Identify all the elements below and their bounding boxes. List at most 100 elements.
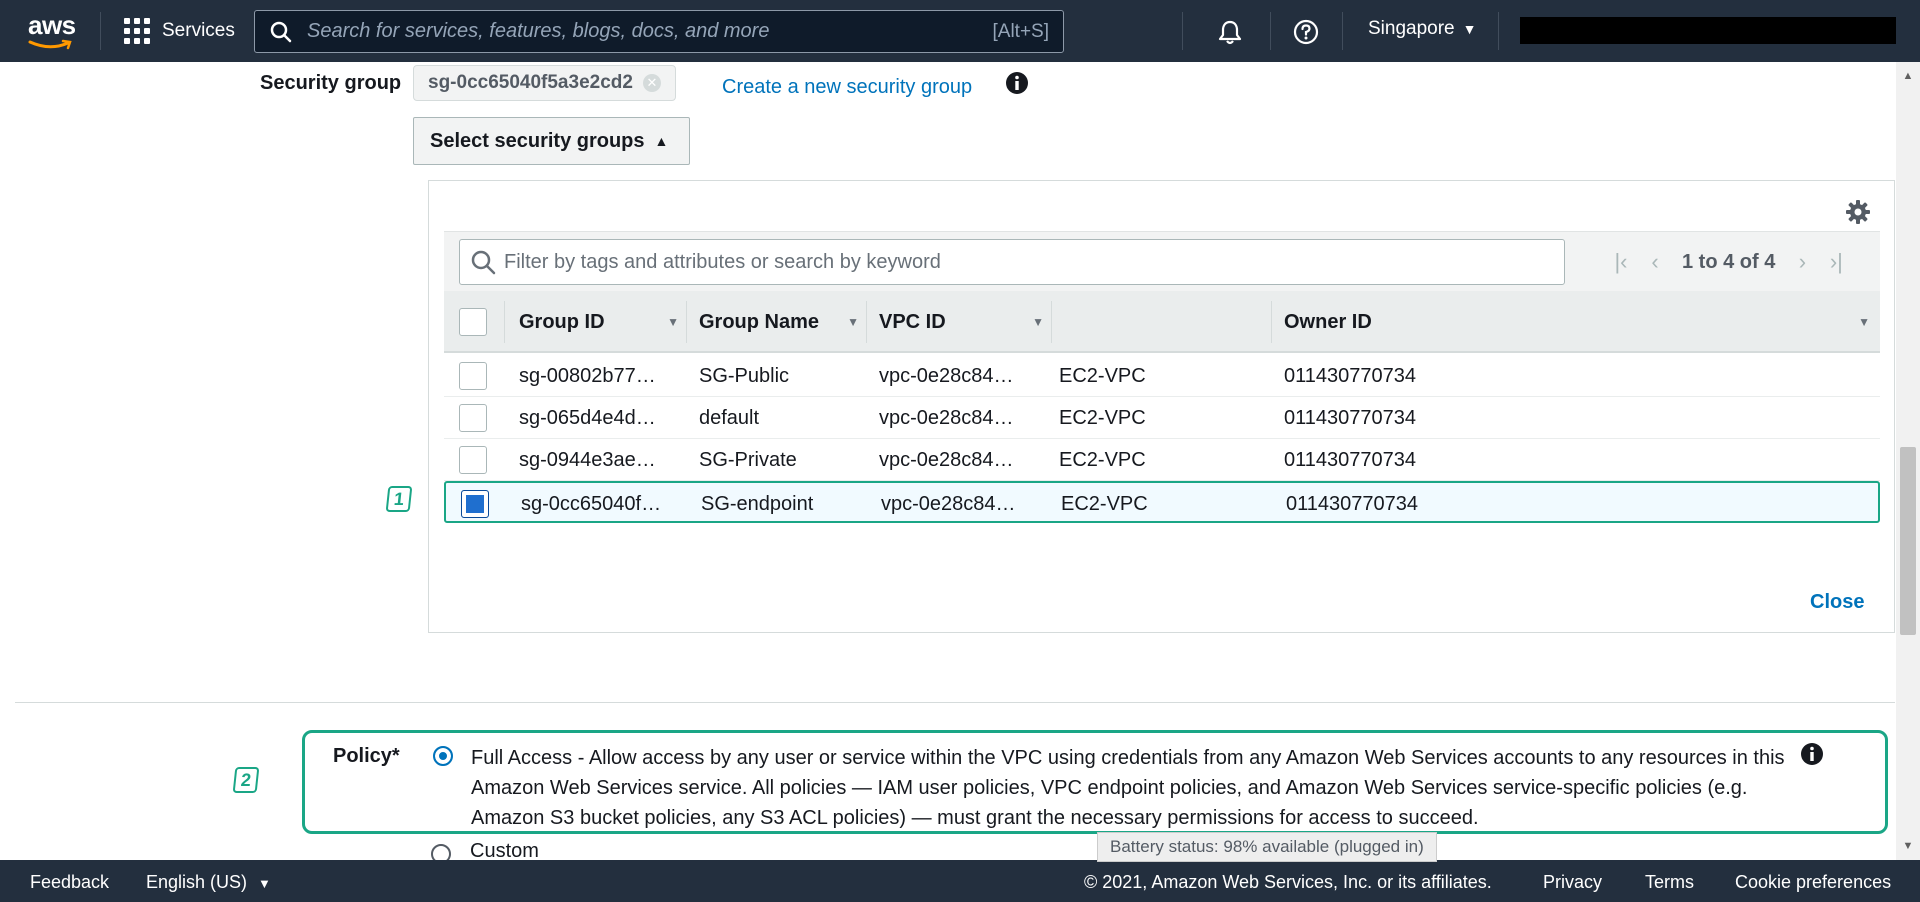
column-header-group-id[interactable]: Group ID ▼ bbox=[519, 291, 689, 353]
column-divider bbox=[866, 301, 867, 343]
cell-vpc-name: EC2-VPC bbox=[1059, 364, 1146, 387]
services-grid-icon bbox=[124, 18, 150, 44]
first-page-icon[interactable]: |‹ bbox=[1604, 249, 1638, 275]
aws-logo[interactable]: aws bbox=[28, 12, 76, 50]
caret-down-icon: ▼ bbox=[1462, 21, 1477, 37]
cell-group-name: SG-endpoint bbox=[701, 492, 814, 515]
table-header: Group ID ▼ Group Name ▼ VPC ID ▼ Owner I… bbox=[444, 291, 1880, 353]
pagination-text: 1 to 4 of 4 bbox=[1682, 250, 1776, 273]
cell-vpc-id: vpc-0e28c84… bbox=[881, 492, 1016, 515]
services-menu-button[interactable]: Services bbox=[124, 15, 235, 47]
cell-group-id: sg-065d4e4d… bbox=[519, 406, 656, 429]
scrollbar-thumb[interactable] bbox=[1900, 447, 1916, 635]
cell-vpc-name: EC2-VPC bbox=[1059, 448, 1146, 471]
token-label: sg-0cc65040f5a3e2cd2 bbox=[428, 72, 633, 93]
info-icon[interactable] bbox=[1004, 70, 1030, 96]
cell-owner-id: 011430770734 bbox=[1284, 406, 1416, 429]
nav-separator bbox=[1182, 12, 1183, 50]
custom-policy-label: Custom bbox=[470, 840, 539, 860]
page-scrollbar[interactable]: ▲ ▼ bbox=[1896, 62, 1920, 860]
sort-caret-icon: ▼ bbox=[847, 315, 859, 329]
sort-caret-icon: ▼ bbox=[1032, 315, 1044, 329]
language-label: English (US) bbox=[146, 872, 248, 892]
account-menu-redacted[interactable] bbox=[1520, 17, 1896, 44]
region-selector[interactable]: Singapore ▼ bbox=[1368, 18, 1476, 40]
cell-group-id: sg-0cc65040f… bbox=[521, 492, 662, 515]
cell-group-name: default bbox=[699, 406, 760, 429]
nav-separator bbox=[1498, 12, 1499, 50]
select-all-header bbox=[459, 291, 499, 353]
cell-vpc-name: EC2-VPC bbox=[1059, 406, 1146, 429]
next-page-icon[interactable]: › bbox=[1785, 249, 1819, 275]
feedback-link[interactable]: Feedback bbox=[30, 872, 109, 893]
main-content: Security group sg-0cc65040f5a3e2cd2 ✕ Cr… bbox=[0, 62, 1896, 860]
terms-link[interactable]: Terms bbox=[1645, 872, 1694, 893]
cell-group-id: sg-00802b77… bbox=[519, 364, 656, 387]
select-security-groups-button[interactable]: Select security groups ▲ bbox=[413, 117, 690, 165]
column-divider bbox=[1271, 301, 1272, 343]
cookie-preferences-link[interactable]: Cookie preferences bbox=[1735, 872, 1891, 893]
row-checkbox[interactable] bbox=[459, 362, 487, 390]
search-icon bbox=[471, 250, 496, 275]
remove-token-icon[interactable]: ✕ bbox=[642, 74, 661, 92]
table-row[interactable]: sg-0944e3ae… SG-Private vpc-0e28c84… EC2… bbox=[444, 439, 1880, 481]
sort-caret-icon: ▼ bbox=[1858, 315, 1870, 329]
create-security-group-link[interactable]: Create a new security group bbox=[722, 76, 972, 99]
top-navigation-bar: aws Services Search for services, featur… bbox=[0, 0, 1920, 62]
column-header-label: VPC ID bbox=[879, 310, 946, 333]
previous-page-icon[interactable]: ‹ bbox=[1638, 249, 1672, 275]
services-label: Services bbox=[162, 20, 235, 41]
row-checkbox-checked[interactable] bbox=[461, 490, 489, 518]
gear-icon[interactable] bbox=[1845, 199, 1871, 225]
column-header-owner-id[interactable]: Owner ID ▼ bbox=[1284, 291, 1880, 353]
scroll-down-arrow-icon[interactable]: ▼ bbox=[1896, 836, 1920, 856]
column-header-vpc-name[interactable] bbox=[1059, 291, 1259, 353]
global-search-input[interactable]: Search for services, features, blogs, do… bbox=[254, 10, 1064, 53]
section-divider bbox=[15, 702, 1895, 703]
filter-placeholder: Filter by tags and attributes or search … bbox=[504, 250, 941, 273]
column-header-group-name[interactable]: Group Name ▼ bbox=[699, 291, 869, 353]
cell-group-name: SG-Public bbox=[699, 364, 790, 387]
search-icon bbox=[270, 21, 292, 42]
column-header-label: Owner ID bbox=[1284, 310, 1372, 333]
search-placeholder: Search for services, features, blogs, do… bbox=[307, 20, 770, 42]
help-icon[interactable] bbox=[1292, 18, 1320, 46]
region-label: Singapore bbox=[1368, 18, 1455, 39]
nav-separator bbox=[1270, 12, 1271, 50]
info-icon[interactable] bbox=[1799, 741, 1825, 767]
full-access-description: Full Access - Allow access by any user o… bbox=[471, 747, 1785, 829]
pagination: |‹ ‹ 1 to 4 of 4 › ›| bbox=[1604, 246, 1853, 278]
column-header-vpc-id[interactable]: VPC ID ▼ bbox=[879, 291, 1054, 353]
row-checkbox[interactable] bbox=[459, 446, 487, 474]
scroll-up-arrow-icon[interactable]: ▲ bbox=[1896, 66, 1920, 86]
column-divider bbox=[1051, 301, 1052, 343]
table-row-selected[interactable]: sg-0cc65040f… SG-endpoint vpc-0e28c84… E… bbox=[444, 481, 1880, 523]
column-divider bbox=[504, 301, 505, 343]
last-page-icon[interactable]: ›| bbox=[1819, 249, 1853, 275]
language-selector[interactable]: English (US) ▼ bbox=[146, 872, 271, 893]
privacy-link[interactable]: Privacy bbox=[1543, 872, 1602, 893]
table-row[interactable]: sg-065d4e4d… default vpc-0e28c84… EC2-VP… bbox=[444, 397, 1880, 439]
cell-owner-id: 011430770734 bbox=[1284, 448, 1416, 471]
filter-search-input[interactable]: Filter by tags and attributes or search … bbox=[459, 239, 1565, 285]
full-access-radio[interactable] bbox=[433, 746, 453, 766]
copyright-text: © 2021, Amazon Web Services, Inc. or its… bbox=[1084, 872, 1492, 892]
row-checkbox-cell bbox=[461, 483, 489, 525]
column-divider bbox=[686, 301, 687, 343]
close-panel-button[interactable]: Close bbox=[1810, 591, 1864, 614]
notifications-bell-icon[interactable] bbox=[1216, 18, 1244, 46]
step-badge-2: 2 bbox=[232, 767, 260, 793]
cell-owner-id: 011430770734 bbox=[1286, 492, 1418, 515]
cell-vpc-name: EC2-VPC bbox=[1061, 492, 1148, 515]
cell-vpc-id: vpc-0e28c84… bbox=[879, 448, 1014, 471]
nav-separator bbox=[100, 12, 101, 50]
cell-vpc-id: vpc-0e28c84… bbox=[879, 406, 1014, 429]
nav-separator bbox=[1342, 12, 1343, 50]
security-group-label: Security group bbox=[260, 72, 402, 94]
select-all-checkbox[interactable] bbox=[459, 308, 487, 336]
row-checkbox-cell bbox=[459, 397, 487, 439]
row-checkbox[interactable] bbox=[459, 404, 487, 432]
cell-group-id: sg-0944e3ae… bbox=[519, 448, 656, 471]
custom-policy-radio[interactable] bbox=[431, 844, 451, 860]
table-row[interactable]: sg-00802b77… SG-Public vpc-0e28c84… EC2-… bbox=[444, 355, 1880, 397]
